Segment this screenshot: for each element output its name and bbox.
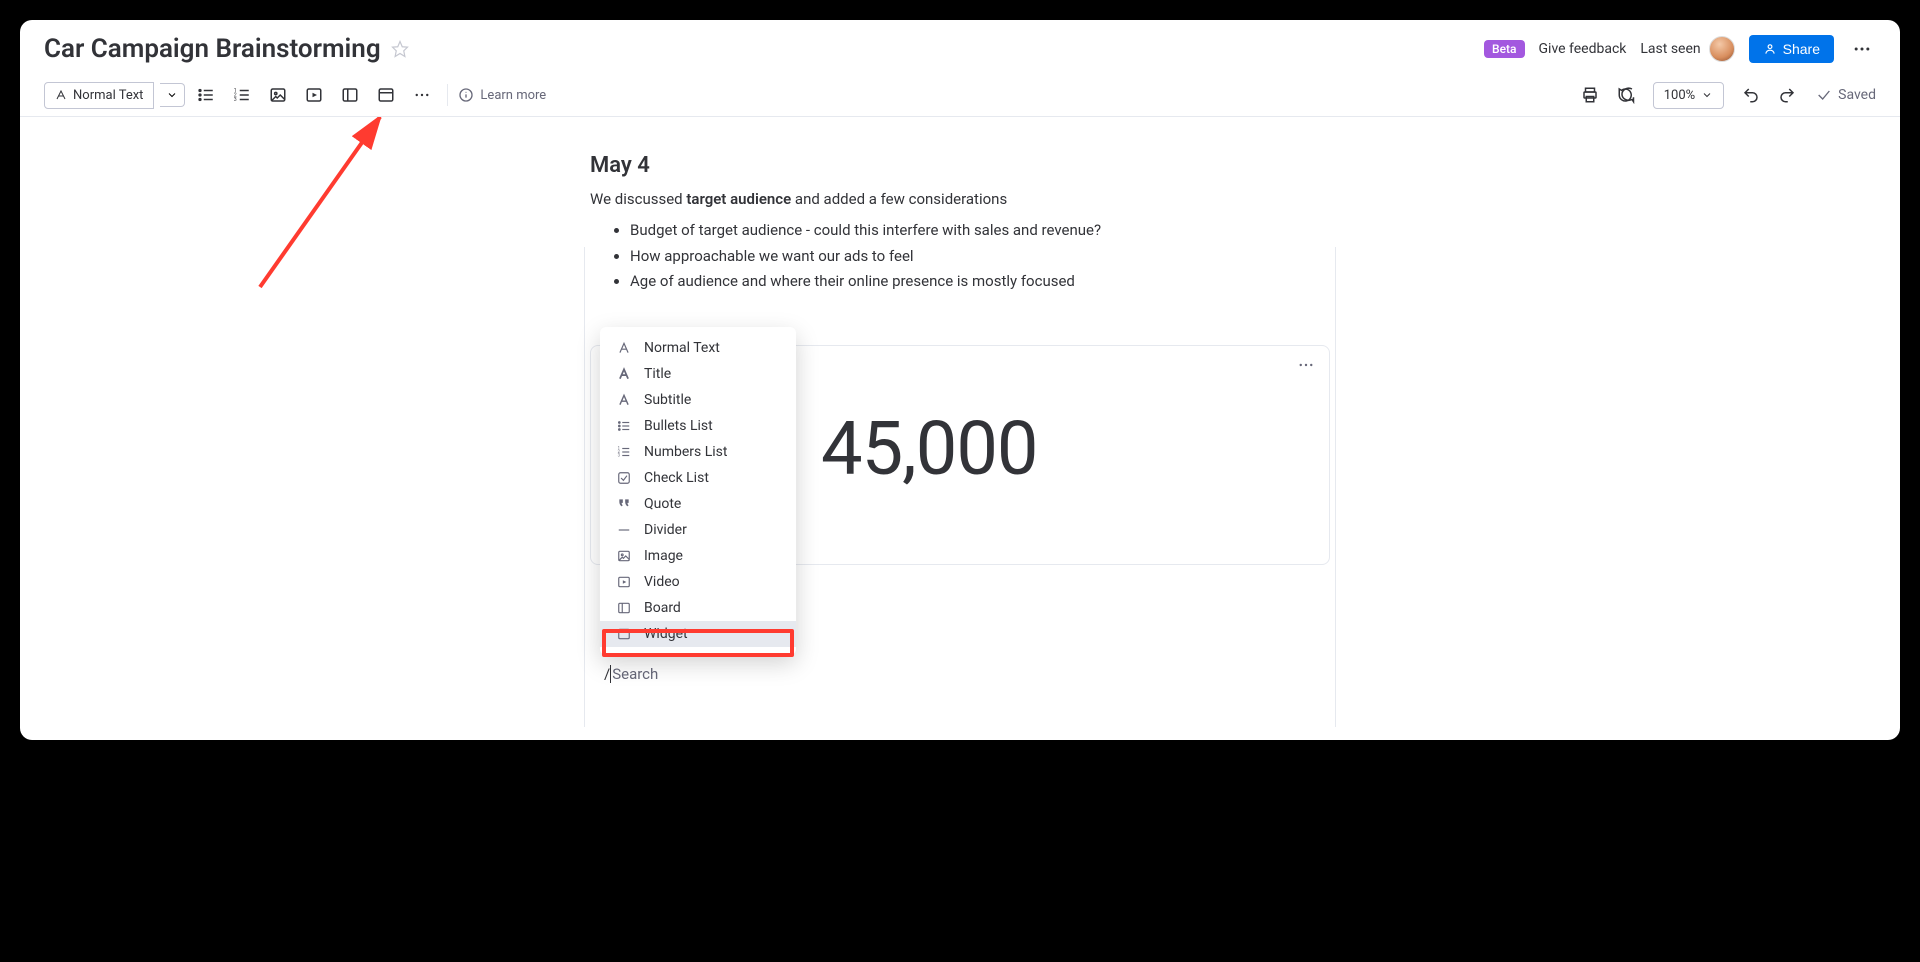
video-icon[interactable] [299,80,329,110]
page-border [584,247,585,727]
subtitle-icon [616,392,632,408]
menu-board[interactable]: Board [600,595,796,621]
text-icon [616,340,632,356]
numbers-icon[interactable]: 123 [227,80,257,110]
saved-status: Saved [1816,87,1876,103]
check-icon [616,470,632,486]
quote-icon [616,496,632,512]
menu-image[interactable]: Image [600,543,796,569]
comment-icon[interactable] [1611,80,1641,110]
menu-quote[interactable]: Quote [600,491,796,517]
menu-video[interactable]: Video [600,569,796,595]
search-placeholder: Search [610,665,658,683]
last-seen[interactable]: Last seen [1640,36,1734,62]
video-icon [616,574,632,590]
menu-normal-text[interactable]: Normal Text [600,335,796,361]
redo-icon[interactable] [1772,80,1802,110]
menu-widget[interactable]: Widget [600,621,796,647]
annotation-arrow [230,117,410,307]
list-item: How approachable we want our ads to feel [630,244,1330,270]
menu-numbers-list[interactable]: 123Numbers List [600,439,796,465]
image-icon [616,548,632,564]
page-title: Car Campaign Brainstorming [44,34,381,64]
board-icon[interactable] [335,80,365,110]
doc-header: Car Campaign Brainstorming Beta Give fee… [20,20,1900,74]
widget-icon[interactable] [371,80,401,110]
undo-icon[interactable] [1736,80,1766,110]
intro-text: We discussed target audience and added a… [590,190,1330,208]
star-icon[interactable] [391,40,409,58]
avatar [1709,36,1735,62]
more-icon[interactable] [1848,35,1876,63]
block-type-menu: Normal Text Title Subtitle Bullets List … [600,327,796,655]
page-border [1335,247,1336,727]
list-item: Age of audience and where their online p… [630,269,1330,295]
menu-bullets-list[interactable]: Bullets List [600,413,796,439]
menu-subtitle[interactable]: Subtitle [600,387,796,413]
beta-badge: Beta [1484,40,1524,58]
give-feedback-link[interactable]: Give feedback [1539,41,1627,57]
last-seen-label: Last seen [1640,41,1700,57]
bullets-icon[interactable] [191,80,221,110]
svg-text:3: 3 [618,453,621,458]
menu-check-list[interactable]: Check List [600,465,796,491]
title-icon [616,366,632,382]
learn-more-link[interactable]: Learn more [458,87,546,103]
slash-search[interactable]: /Search [604,665,658,683]
widget-icon [616,626,632,642]
numbers-icon: 123 [616,444,632,460]
svg-text:3: 3 [234,97,237,103]
zoom-select[interactable]: 100% [1653,82,1724,109]
separator [447,84,448,106]
menu-divider[interactable]: Divider [600,517,796,543]
toolbar-more-icon[interactable] [407,80,437,110]
widget-more-icon[interactable] [1297,356,1315,374]
share-button[interactable]: Share [1749,35,1834,63]
print-icon[interactable] [1575,80,1605,110]
text-style-select[interactable]: Normal Text [44,82,154,109]
widget-value: 45,000 [821,406,1038,493]
date-heading: May 4 [590,153,1330,178]
menu-title[interactable]: Title [600,361,796,387]
share-label: Share [1783,41,1820,57]
board-icon [616,600,632,616]
bullets-icon [616,418,632,434]
chevron-down-icon[interactable] [160,83,185,107]
divider-icon [616,522,632,538]
image-icon[interactable] [263,80,293,110]
toolbar: Normal Text 123 [20,74,1900,117]
list-item: Budget of target audience - could this i… [630,218,1330,244]
bullet-list: Budget of target audience - could this i… [590,218,1330,295]
